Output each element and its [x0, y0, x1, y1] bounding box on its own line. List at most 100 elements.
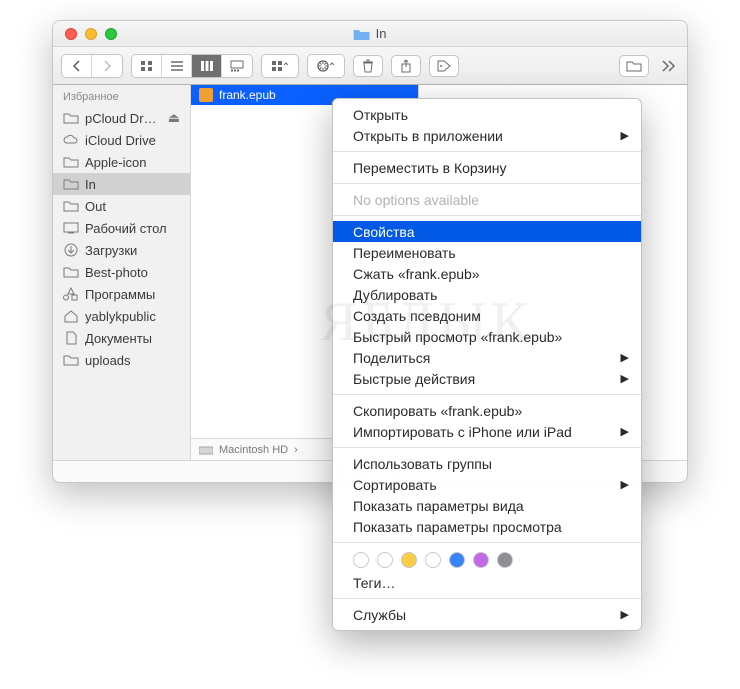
- folder-icon: [63, 198, 79, 214]
- sidebar-item-label: Документы: [85, 331, 152, 346]
- menu-item[interactable]: Открыть в приложении▶: [333, 125, 641, 146]
- gallery-view-button[interactable]: [222, 55, 252, 77]
- folder-icon: [63, 264, 79, 280]
- folder-icon: [63, 352, 79, 368]
- tag-dot[interactable]: [401, 552, 417, 568]
- sidebar-item-9[interactable]: yablykpublic: [53, 305, 190, 327]
- menu-item[interactable]: Поделиться▶: [333, 347, 641, 368]
- titlebar: In: [53, 21, 687, 47]
- folder-icon: [63, 176, 79, 192]
- window-title: In: [376, 26, 387, 41]
- sidebar-item-4[interactable]: Out: [53, 195, 190, 217]
- tag-dot[interactable]: [425, 552, 441, 568]
- menu-separator: [333, 542, 641, 543]
- tag-dot[interactable]: [497, 552, 513, 568]
- path-chevron-icon: ›: [294, 444, 298, 456]
- cloud-icon: [63, 132, 79, 148]
- sidebar-item-label: yablykpublic: [85, 309, 156, 324]
- tag-row: [333, 548, 641, 572]
- file-name: frank.epub: [219, 88, 276, 102]
- sidebar-item-0[interactable]: pCloud Dr… ⏏: [53, 107, 190, 129]
- list-view-button[interactable]: [162, 55, 192, 77]
- sidebar-item-label: Out: [85, 199, 106, 214]
- sidebar-item-label: Загрузки: [85, 243, 137, 258]
- sidebar-item-11[interactable]: uploads: [53, 349, 190, 371]
- sidebar: Избранное pCloud Dr… ⏏ iCloud Drive Apple-i…: [53, 85, 191, 460]
- menu-item[interactable]: Скопировать «frank.epub»: [333, 400, 641, 421]
- new-folder-button[interactable]: [619, 55, 649, 77]
- view-mode-buttons: [131, 54, 253, 78]
- desktop-icon: [63, 220, 79, 236]
- folder-icon: [63, 154, 79, 170]
- sidebar-item-label: Программы: [85, 287, 155, 302]
- menu-item[interactable]: Сортировать▶: [333, 474, 641, 495]
- sidebar-item-label: Рабочий стол: [85, 221, 167, 236]
- path-disk: Macintosh HD: [219, 444, 288, 456]
- epub-file-icon: [199, 88, 213, 102]
- menu-item[interactable]: Быстрый просмотр «frank.epub»: [333, 326, 641, 347]
- sidebar-item-6[interactable]: Загрузки: [53, 239, 190, 261]
- sidebar-item-10[interactable]: Документы: [53, 327, 190, 349]
- back-button[interactable]: [62, 55, 92, 77]
- sidebar-item-label: Best-photo: [85, 265, 148, 280]
- trash-button[interactable]: [353, 55, 383, 77]
- zoom-button[interactable]: [105, 28, 117, 40]
- menu-separator: [333, 394, 641, 395]
- tag-dot[interactable]: [353, 552, 369, 568]
- menu-separator: [333, 151, 641, 152]
- menu-item[interactable]: Свойства: [333, 221, 641, 242]
- menu-item[interactable]: Переименовать: [333, 242, 641, 263]
- share-button[interactable]: [391, 55, 421, 77]
- action-button[interactable]: [308, 55, 344, 77]
- menu-item[interactable]: Создать псевдоним: [333, 305, 641, 326]
- menu-item[interactable]: Импортировать с iPhone или iPad▶: [333, 421, 641, 442]
- sidebar-item-label: uploads: [85, 353, 131, 368]
- arrange-button-group: [261, 54, 299, 78]
- arrange-button[interactable]: [262, 55, 298, 77]
- folder-icon: [354, 28, 370, 40]
- sidebar-heading: Избранное: [53, 85, 190, 107]
- menu-item[interactable]: Переместить в Корзину: [333, 157, 641, 178]
- menu-item[interactable]: Сжать «frank.epub»: [333, 263, 641, 284]
- menu-item: No options available: [333, 189, 641, 210]
- menu-separator: [333, 447, 641, 448]
- menu-item-tags[interactable]: Теги…: [333, 572, 641, 593]
- menu-item[interactable]: Быстрые действия▶: [333, 368, 641, 389]
- menu-separator: [333, 183, 641, 184]
- menu-item[interactable]: Дублировать: [333, 284, 641, 305]
- menu-item[interactable]: Показать параметры просмотра: [333, 516, 641, 537]
- icon-view-button[interactable]: [132, 55, 162, 77]
- action-button-group: [307, 54, 345, 78]
- sidebar-item-label: pCloud Dr…: [85, 111, 157, 126]
- sidebar-item-2[interactable]: Apple-icon: [53, 151, 190, 173]
- sidebar-item-5[interactable]: Рабочий стол: [53, 217, 190, 239]
- toolbar: [53, 47, 687, 85]
- forward-button[interactable]: [92, 55, 122, 77]
- tag-dot[interactable]: [473, 552, 489, 568]
- sidebar-item-label: iCloud Drive: [85, 133, 156, 148]
- column-view-button[interactable]: [192, 55, 222, 77]
- minimize-button[interactable]: [85, 28, 97, 40]
- sidebar-item-7[interactable]: Best-photo: [53, 261, 190, 283]
- tag-dot[interactable]: [377, 552, 393, 568]
- menu-item[interactable]: Показать параметры вида: [333, 495, 641, 516]
- menu-item[interactable]: Открыть: [333, 104, 641, 125]
- menu-item[interactable]: Использовать группы: [333, 453, 641, 474]
- sidebar-item-label: In: [85, 177, 96, 192]
- download-icon: [63, 242, 79, 258]
- disk-icon: [199, 445, 213, 455]
- tag-dot[interactable]: [449, 552, 465, 568]
- sidebar-item-1[interactable]: iCloud Drive: [53, 129, 190, 151]
- tag-button[interactable]: [429, 55, 459, 77]
- close-button[interactable]: [65, 28, 77, 40]
- overflow-button[interactable]: [657, 55, 679, 77]
- menu-separator: [333, 215, 641, 216]
- sidebar-item-8[interactable]: Программы: [53, 283, 190, 305]
- traffic-lights: [53, 28, 117, 40]
- context-menu: ОткрытьОткрыть в приложении▶ Переместить …: [332, 98, 642, 631]
- menu-item-services[interactable]: Службы▶: [333, 604, 641, 625]
- home-icon: [63, 308, 79, 324]
- folder-icon: [63, 110, 79, 126]
- eject-icon[interactable]: ⏏: [168, 110, 180, 126]
- sidebar-item-3[interactable]: In: [53, 173, 190, 195]
